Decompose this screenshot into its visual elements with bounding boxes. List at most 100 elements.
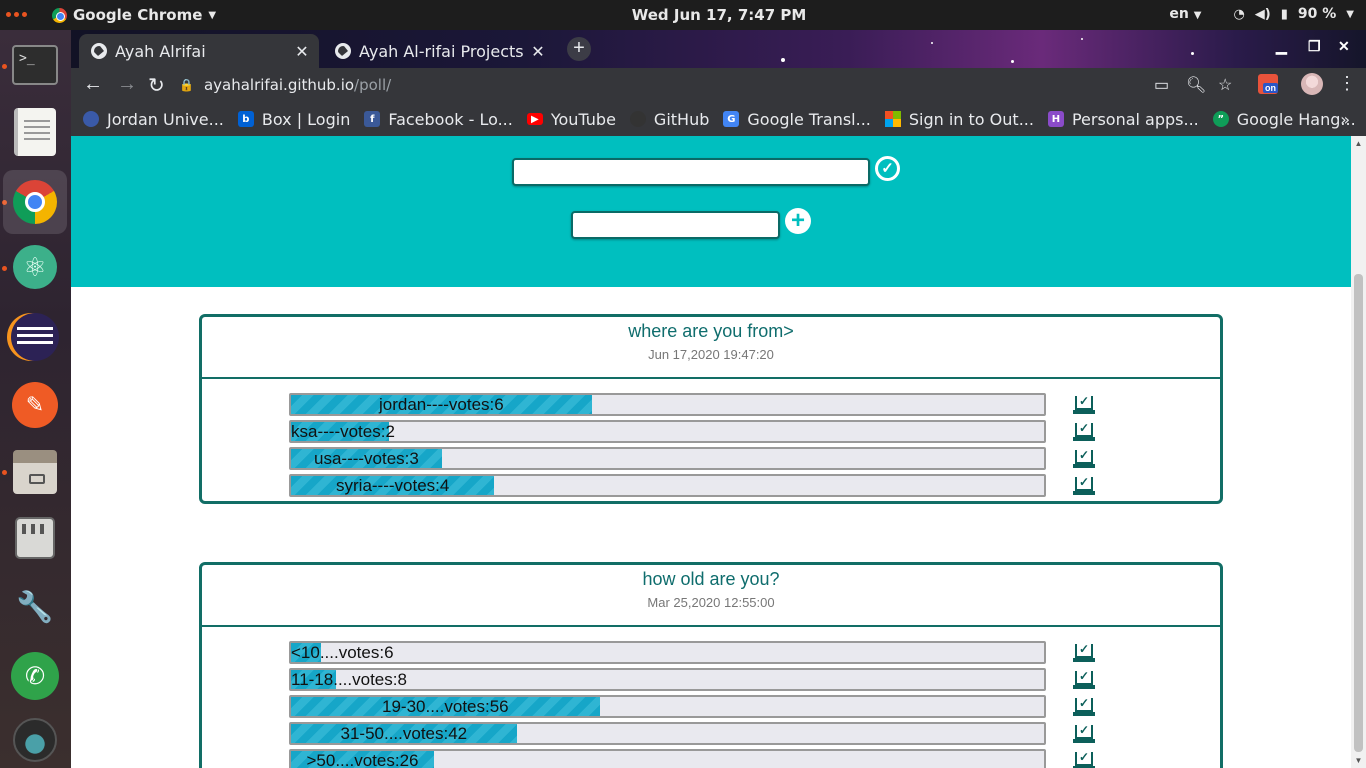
forward-arrow-icon[interactable]: → — [117, 73, 137, 96]
phone-icon[interactable]: ✆ — [11, 652, 59, 700]
poll-card: where are you from> Jun 17,2020 19:47:20… — [199, 314, 1223, 504]
close-window-icon[interactable]: ✕ — [1338, 38, 1350, 55]
poll-option: 31-50....votes:42 ✓ — [202, 720, 1220, 747]
chrome-logo — [13, 180, 57, 224]
bookmark-outlook[interactable]: Sign in to Out... — [884, 110, 1034, 129]
vote-ballot-icon[interactable]: ✓ — [1073, 394, 1095, 414]
close-icon[interactable]: ✕ — [293, 42, 311, 61]
atom-icon[interactable]: ⚛ — [13, 245, 57, 289]
launcher-dock: >_ ⚛ ✎ 🔧 ✆ — [0, 30, 71, 768]
microsoft-icon — [884, 111, 901, 127]
vote-ballot-icon[interactable]: ✓ — [1073, 723, 1095, 743]
option-input[interactable] — [571, 211, 780, 239]
poll-header: where are you from> Jun 17,2020 19:47:20 — [202, 317, 1220, 379]
vote-progress-bar: >50....votes:26 — [289, 749, 1046, 768]
poll-date: Jun 17,2020 19:47:20 — [648, 347, 774, 362]
vote-ballot-icon[interactable]: ✓ — [1073, 475, 1095, 495]
address-bar[interactable]: 🔒 ayahalrifai.github.io /poll/ — [179, 70, 1179, 100]
bookmark-label: Box | Login — [261, 109, 351, 129]
clock[interactable]: Wed Jun 17, 7:47 PM — [0, 6, 1366, 24]
option-label: <10....votes:6 — [291, 643, 394, 662]
scroll-up-icon[interactable]: ▲ — [1351, 139, 1366, 148]
extension-icon[interactable]: on — [1258, 74, 1278, 94]
zoom-icon[interactable]: 🔍︎ — [1186, 75, 1206, 95]
maximize-icon[interactable]: ❐ — [1308, 38, 1321, 55]
vote-ballot-icon[interactable]: ✓ — [1073, 642, 1095, 662]
bookmark-github[interactable]: GitHub — [629, 110, 709, 129]
box-icon: b — [237, 111, 254, 127]
terminal-icon[interactable]: >_ — [12, 45, 58, 85]
chevron-down-icon: ▼ — [1346, 8, 1354, 20]
url-path: /poll/ — [354, 76, 392, 94]
poll-question: where are you from> — [628, 321, 794, 341]
battery-level: 90 % — [1297, 6, 1337, 22]
facebook-icon: f — [364, 111, 381, 127]
vote-ballot-icon[interactable]: ✓ — [1073, 448, 1095, 468]
hangouts-icon: ” — [1212, 111, 1229, 127]
new-tab-button[interactable]: + — [567, 37, 591, 61]
tab-title: Ayah Al-rifai Projects — [359, 41, 524, 61]
bookmark-youtube[interactable]: ▶ YouTube — [526, 110, 616, 129]
vote-progress-bar: usa----votes:3 — [289, 447, 1046, 470]
system-tray[interactable]: en ▼ ◔ ◀) ▮ 90 % ▼ — [1169, 6, 1354, 22]
poll-page: ✓ + where are you from> Jun 17,2020 19:4… — [71, 136, 1351, 768]
vote-ballot-icon[interactable]: ✓ — [1073, 669, 1095, 689]
poll-option: >50....votes:26 ✓ — [202, 747, 1220, 768]
wifi-icon: ◔ — [1233, 6, 1245, 22]
lock-icon: 🔒 — [179, 78, 194, 92]
vote-ballot-icon[interactable]: ✓ — [1073, 696, 1095, 716]
back-arrow-icon[interactable]: ← — [83, 73, 103, 96]
vote-ballot-icon[interactable]: ✓ — [1073, 421, 1095, 441]
more-menu-icon[interactable]: ⋮ — [1338, 73, 1356, 94]
cast-icon[interactable]: ▭ — [1154, 75, 1169, 95]
more-bookmarks-icon[interactable]: » — [1340, 110, 1350, 129]
scroll-down-icon[interactable]: ▼ — [1351, 756, 1366, 765]
translate-icon: G — [723, 111, 740, 127]
poll-option: jordan----votes:6 ✓ — [202, 391, 1220, 418]
tab-ayah-alrifai[interactable]: Ayah Alrifai ✕ — [79, 34, 319, 68]
files-icon[interactable] — [13, 450, 57, 494]
vote-progress-bar: jordan----votes:6 — [289, 393, 1046, 416]
bookmark-facebook[interactable]: f Facebook - Lo... — [364, 110, 513, 129]
option-label: 31-50....votes:42 — [340, 724, 468, 743]
profile-avatar[interactable] — [1301, 73, 1323, 95]
language-indicator[interactable]: en ▼ — [1169, 6, 1201, 22]
chrome-icon[interactable] — [3, 170, 67, 234]
bookmark-google-translate[interactable]: G Google Transl... — [723, 110, 871, 129]
eclipse-icon[interactable] — [11, 313, 59, 361]
bookmark-label: Personal apps... — [1071, 109, 1199, 129]
close-icon[interactable]: ✕ — [529, 42, 547, 61]
tab-projects[interactable]: Ayah Al-rifai Projects ✕ — [323, 34, 555, 68]
text-editor-icon[interactable] — [14, 108, 56, 156]
bookmark-box[interactable]: b Box | Login — [237, 109, 351, 129]
bookmark-jordan-university[interactable]: Jordan Unive... — [83, 110, 224, 129]
scrollbar-thumb[interactable] — [1354, 274, 1363, 752]
bookmark-heroku[interactable]: H Personal apps... — [1047, 109, 1199, 129]
option-label: usa----votes:3 — [314, 449, 419, 468]
check-circle-icon[interactable]: ✓ — [875, 156, 900, 181]
settings-icon[interactable]: 🔧 — [13, 587, 57, 627]
vote-ballot-icon[interactable]: ✓ — [1073, 750, 1095, 768]
poll-form-header: ✓ + — [71, 136, 1351, 287]
chevron-down-icon: ▼ — [1193, 10, 1202, 21]
bookmark-hangouts[interactable]: ” Google Hang... — [1212, 110, 1356, 129]
poll-option: ksa----votes:2 ✓ — [202, 418, 1220, 445]
battery-icon: ▮ — [1280, 6, 1288, 22]
reload-icon[interactable]: ↻ — [148, 73, 165, 98]
plus-circle-icon[interactable]: + — [785, 208, 811, 234]
running-indicator — [2, 470, 7, 475]
postman-icon[interactable]: ✎ — [12, 382, 58, 428]
question-input[interactable] — [512, 158, 870, 186]
minimize-icon[interactable]: ▁ — [1276, 38, 1287, 55]
heroku-icon: H — [1047, 111, 1064, 127]
page-scrollbar[interactable]: ▲ ▼ — [1351, 136, 1366, 768]
bookmark-label: Facebook - Lo... — [388, 109, 513, 129]
bookmark-star-icon[interactable]: ☆ — [1218, 75, 1232, 95]
option-label: 11-18....votes:8 — [291, 670, 407, 689]
avatar-icon[interactable] — [13, 718, 57, 762]
mixer-icon[interactable] — [15, 517, 55, 559]
poll-option: 19-30....votes:56 ✓ — [202, 693, 1220, 720]
globe-icon — [91, 43, 107, 59]
university-icon — [83, 111, 99, 127]
url-host: ayahalrifai.github.io — [203, 76, 355, 94]
